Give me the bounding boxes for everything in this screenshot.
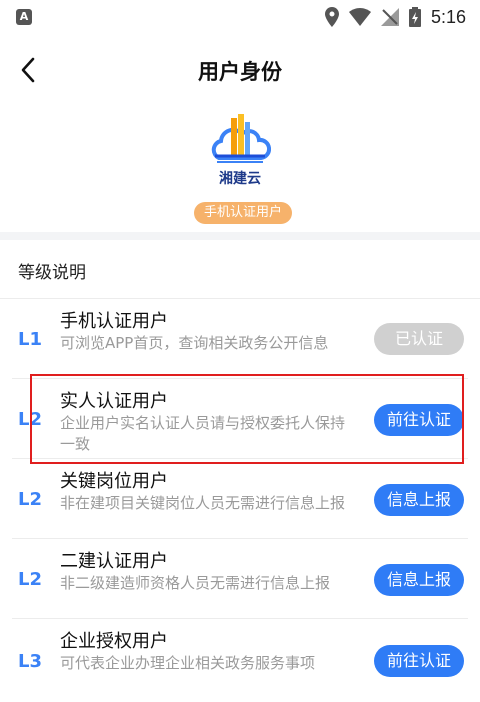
level-name: 关键岗位用户 xyxy=(60,471,168,492)
highlight-box xyxy=(30,374,464,464)
page-title: 用户身份 xyxy=(198,60,282,84)
report-info-button[interactable]: 信息上报 xyxy=(374,484,464,516)
battery-charging-icon xyxy=(408,7,421,27)
status-icons: 5:16 xyxy=(324,5,466,29)
level-row-phone: L1 手机认证用户 可浏览APP首页，查询相关政务公开信息 已认证 xyxy=(0,299,480,379)
app-header: 用户身份 xyxy=(0,34,480,106)
level-name: 手机认证用户 xyxy=(60,311,168,332)
level-description: 非二级建造师资格人员无需进行信息上报 xyxy=(60,574,331,592)
brand-name: 湘建云 xyxy=(219,171,261,187)
level-row-key-position: L2 关键岗位用户 非在建项目关键岗位人员无需进行信息上报 信息上报 xyxy=(0,459,480,539)
clock: 5:16 xyxy=(430,6,466,27)
level-name: 企业授权用户 xyxy=(60,631,168,652)
level-description: 非在建项目关键岗位人员无需进行信息上报 xyxy=(60,494,346,512)
level-description: 可浏览APP首页，查询相关政务公开信息 xyxy=(60,334,329,352)
level-code: L2 xyxy=(18,489,42,510)
level-name: 二建认证用户 xyxy=(60,551,168,572)
location-icon xyxy=(324,7,339,27)
level-row-enterprise: L3 企业授权用户 可代表企业办理企业相关政务服务事项 前往认证 xyxy=(0,619,480,699)
level-code: L1 xyxy=(18,329,42,350)
no-signal-icon xyxy=(380,8,399,26)
wifi-icon xyxy=(348,8,371,26)
level-section: 等级说明 L1 手机认证用户 可浏览APP首页，查询相关政务公开信息 已认证 L… xyxy=(0,240,480,702)
level-code: L3 xyxy=(18,651,42,672)
status-bar: A 5:16 xyxy=(0,0,480,34)
identity-card: 湘建云 手机认证用户 xyxy=(0,106,480,232)
section-title: 等级说明 xyxy=(18,263,86,283)
report-info-button[interactable]: 信息上报 xyxy=(374,564,464,596)
level-code: L2 xyxy=(18,569,42,590)
app-notification-icon: A xyxy=(16,9,32,25)
go-verify-button[interactable]: 前往认证 xyxy=(374,645,464,677)
user-level-badge: 手机认证用户 xyxy=(194,202,292,224)
level-description: 可代表企业办理企业相关政务服务事项 xyxy=(60,654,316,672)
verified-button[interactable]: 已认证 xyxy=(374,323,464,355)
cloud-buildings-logo xyxy=(211,114,271,163)
level-row-constructor: L2 二建认证用户 非二级建造师资格人员无需进行信息上报 信息上报 xyxy=(0,539,480,619)
